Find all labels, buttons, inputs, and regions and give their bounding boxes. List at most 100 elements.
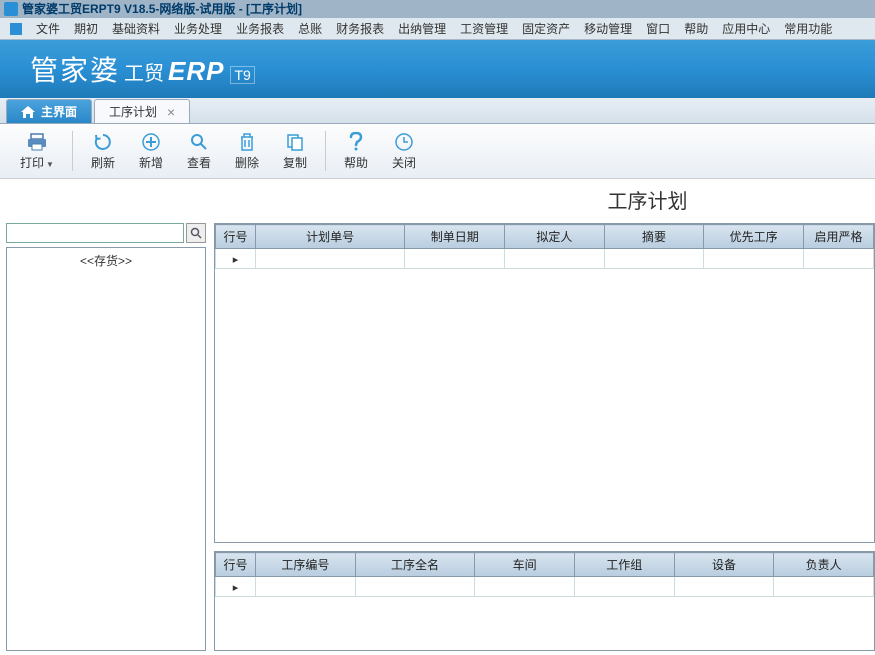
row-indicator (216, 577, 256, 597)
menu-basic-data[interactable]: 基础资料 (106, 18, 166, 39)
grid-top[interactable]: 行号 计划单号 制单日期 拟定人 摘要 优先工序 启用严格 (215, 224, 874, 269)
cell[interactable] (774, 577, 874, 597)
col-create-date[interactable]: 制单日期 (405, 225, 505, 249)
grid-bottom[interactable]: 行号 工序编号 工序全名 车间 工作组 设备 负责人 (215, 552, 874, 597)
brand-sub: 工贸 (124, 57, 164, 86)
search-row (6, 223, 206, 243)
col-rownum[interactable]: 行号 (216, 553, 256, 577)
tab-active-label: 工序计划 (109, 103, 157, 120)
brand-erp: ERP (168, 56, 224, 87)
toolbar-separator (325, 131, 326, 171)
print-icon (27, 132, 47, 152)
col-drafter[interactable]: 拟定人 (505, 225, 605, 249)
copy-button[interactable]: 复制 (271, 128, 319, 175)
cell[interactable] (704, 249, 804, 269)
menu-app-center[interactable]: 应用中心 (716, 18, 776, 39)
grid-top-header-row: 行号 计划单号 制单日期 拟定人 摘要 优先工序 启用严格 (216, 225, 874, 249)
col-workgroup[interactable]: 工作组 (574, 553, 674, 577)
delete-label: 删除 (235, 154, 259, 171)
menu-common-functions[interactable]: 常用功能 (778, 18, 838, 39)
cell[interactable] (604, 249, 704, 269)
brand-logo: 管家婆 工贸 ERP T9 (30, 49, 255, 89)
print-button[interactable]: 打印▼ (8, 128, 66, 175)
refresh-button[interactable]: 刷新 (79, 128, 127, 175)
menu-payroll[interactable]: 工资管理 (454, 18, 514, 39)
grid-bottom-header-row: 行号 工序编号 工序全名 车间 工作组 设备 负责人 (216, 553, 874, 577)
toolbar-separator (72, 131, 73, 171)
content-area: <<存货>> 行号 计划单号 制单日期 拟定人 摘要 优先工序 启用严格 (0, 219, 875, 655)
copy-icon (285, 132, 305, 152)
tab-close-icon[interactable]: × (167, 104, 175, 120)
menu-window[interactable]: 窗口 (640, 18, 676, 39)
cell[interactable] (405, 249, 505, 269)
page-title: 工序计划 (608, 185, 688, 214)
col-workshop[interactable]: 车间 (475, 553, 575, 577)
close-button[interactable]: 关闭 (380, 128, 428, 175)
menu-fixed-assets[interactable]: 固定资产 (516, 18, 576, 39)
window-title: 管家婆工贸ERPT9 V18.5-网络版-试用版 - [工序计划] (22, 0, 302, 18)
cell[interactable] (505, 249, 605, 269)
home-icon (21, 106, 35, 118)
menu-business-process[interactable]: 业务处理 (168, 18, 228, 39)
app-icon (4, 2, 18, 16)
brand-main: 管家婆 (30, 49, 120, 89)
table-row[interactable] (216, 577, 874, 597)
refresh-label: 刷新 (91, 154, 115, 171)
search-input[interactable] (6, 223, 184, 243)
cell[interactable] (574, 577, 674, 597)
col-equipment[interactable]: 设备 (674, 553, 774, 577)
view-label: 查看 (187, 154, 211, 171)
cell[interactable] (255, 249, 404, 269)
menu-help[interactable]: 帮助 (678, 18, 714, 39)
view-icon (189, 132, 209, 152)
help-label: 帮助 (344, 154, 368, 171)
copy-label: 复制 (283, 154, 307, 171)
table-row[interactable] (216, 249, 874, 269)
tab-process-plan[interactable]: 工序计划 × (94, 99, 190, 123)
print-label: 打印 (20, 156, 44, 170)
menu-business-report[interactable]: 业务报表 (230, 18, 290, 39)
delete-button[interactable]: 删除 (223, 128, 271, 175)
menubar-icon (10, 23, 22, 35)
col-rownum[interactable]: 行号 (216, 225, 256, 249)
toolbar: 打印▼ 刷新 新增 查看 删除 复制 帮助 (0, 124, 875, 179)
menu-initial[interactable]: 期初 (68, 18, 104, 39)
grid-top-wrap: 行号 计划单号 制单日期 拟定人 摘要 优先工序 启用严格 (214, 223, 875, 543)
cell[interactable] (804, 249, 874, 269)
col-plan-no[interactable]: 计划单号 (255, 225, 404, 249)
page-title-area: 工序计划 (0, 179, 875, 219)
col-priority-process[interactable]: 优先工序 (704, 225, 804, 249)
menu-mobile[interactable]: 移动管理 (578, 18, 638, 39)
menubar: 文件 期初 基础资料 业务处理 业务报表 总账 财务报表 出纳管理 工资管理 固… (0, 18, 875, 40)
menu-file[interactable]: 文件 (30, 18, 66, 39)
search-button[interactable] (186, 223, 206, 243)
add-icon (141, 132, 161, 152)
col-strict[interactable]: 启用严格 (804, 225, 874, 249)
dropdown-arrow-icon: ▼ (46, 160, 54, 169)
view-button[interactable]: 查看 (175, 128, 223, 175)
add-button[interactable]: 新增 (127, 128, 175, 175)
close-icon (394, 132, 414, 152)
menu-finance-report[interactable]: 财务报表 (330, 18, 390, 39)
cell[interactable] (674, 577, 774, 597)
window-titlebar: 管家婆工贸ERPT9 V18.5-网络版-试用版 - [工序计划] (0, 0, 875, 18)
cell[interactable] (255, 577, 355, 597)
menu-ledger[interactable]: 总账 (292, 18, 328, 39)
tree-root-item[interactable]: <<存货>> (9, 250, 203, 271)
grid-bottom-wrap: 行号 工序编号 工序全名 车间 工作组 设备 负责人 (214, 551, 875, 651)
tab-home-label: 主界面 (41, 103, 77, 120)
brand-banner: 管家婆 工贸 ERP T9 (0, 40, 875, 98)
tree-view[interactable]: <<存货>> (6, 247, 206, 651)
tab-home[interactable]: 主界面 (6, 99, 92, 123)
add-label: 新增 (139, 154, 163, 171)
close-label: 关闭 (392, 154, 416, 171)
cell[interactable] (355, 577, 475, 597)
col-process-name[interactable]: 工序全名 (355, 553, 475, 577)
search-icon (190, 227, 202, 239)
col-process-no[interactable]: 工序编号 (255, 553, 355, 577)
cell[interactable] (475, 577, 575, 597)
help-button[interactable]: 帮助 (332, 128, 380, 175)
menu-cashier[interactable]: 出纳管理 (392, 18, 452, 39)
col-responsible[interactable]: 负责人 (774, 553, 874, 577)
col-summary[interactable]: 摘要 (604, 225, 704, 249)
